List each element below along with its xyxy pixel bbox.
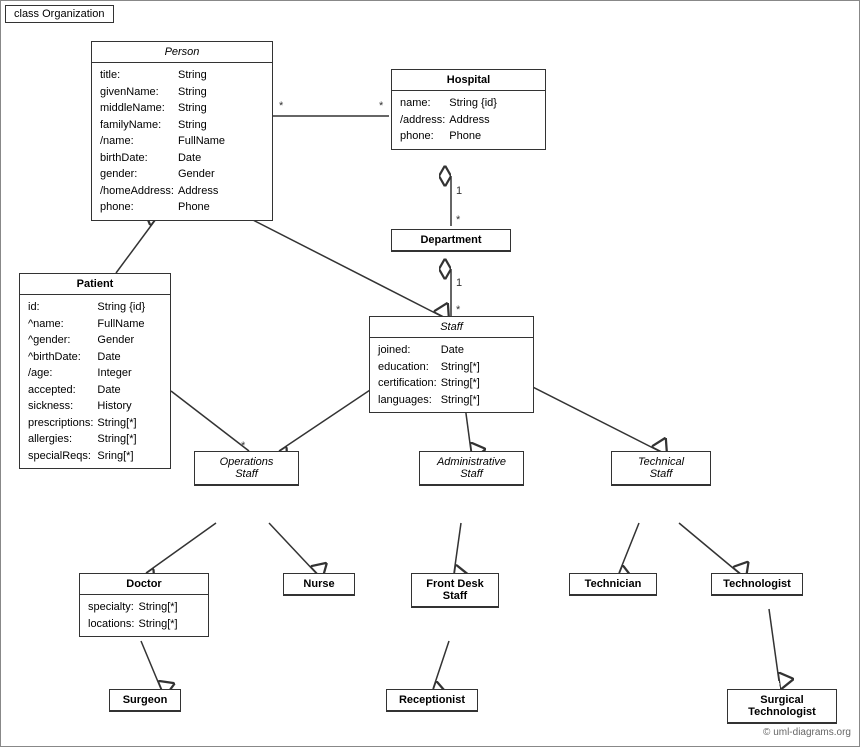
department-title: Department	[420, 234, 481, 246]
technologist-header: Technologist	[712, 574, 802, 595]
admin-staff-box: AdministrativeStaff	[419, 451, 524, 486]
patient-box: Patient id:String {id} ^name:FullName ^g…	[19, 273, 171, 469]
patient-body: id:String {id} ^name:FullName ^gender:Ge…	[20, 295, 170, 468]
svg-text:1: 1	[456, 185, 462, 197]
operations-staff-title: OperationsStaff	[220, 456, 274, 480]
surgical-technologist-box: SurgicalTechnologist	[727, 689, 837, 724]
svg-text:*: *	[379, 100, 384, 112]
technologist-title: Technologist	[723, 578, 791, 590]
nurse-title: Nurse	[303, 578, 334, 590]
svg-text:*: *	[456, 304, 461, 316]
technician-header: Technician	[570, 574, 656, 595]
technician-title: Technician	[585, 578, 642, 590]
staff-title: Staff	[440, 321, 463, 333]
doctor-box: Doctor specialty:String[*] locations:Str…	[79, 573, 209, 637]
doctor-body: specialty:String[*] locations:String[*]	[80, 595, 208, 636]
svg-text:1: 1	[456, 277, 462, 289]
person-body: title:String givenName:String middleName…	[92, 63, 272, 220]
receptionist-header: Receptionist	[387, 690, 477, 711]
doctor-title: Doctor	[126, 578, 161, 590]
watermark-text: © uml-diagrams.org	[763, 727, 851, 738]
surgical-technologist-header: SurgicalTechnologist	[728, 690, 836, 723]
patient-header: Patient	[20, 274, 170, 295]
front-desk-staff-box: Front DeskStaff	[411, 573, 499, 608]
surgeon-header: Surgeon	[110, 690, 180, 711]
staff-header: Staff	[370, 317, 533, 338]
technical-staff-title: TechnicalStaff	[638, 456, 684, 480]
diagram-title: class Organization	[5, 5, 114, 23]
admin-staff-title: AdministrativeStaff	[437, 456, 506, 480]
surgical-technologist-title: SurgicalTechnologist	[748, 694, 816, 718]
technical-staff-header: TechnicalStaff	[612, 452, 710, 485]
hospital-title: Hospital	[447, 74, 490, 86]
technician-box: Technician	[569, 573, 657, 596]
admin-staff-header: AdministrativeStaff	[420, 452, 523, 485]
nurse-box: Nurse	[283, 573, 355, 596]
hospital-box: Hospital name:String {id} /address:Addre…	[391, 69, 546, 150]
patient-title: Patient	[77, 278, 114, 290]
hospital-header: Hospital	[392, 70, 545, 91]
doctor-header: Doctor	[80, 574, 208, 595]
department-header: Department	[392, 230, 510, 251]
person-box: Person title:String givenName:String mid…	[91, 41, 273, 221]
operations-staff-header: OperationsStaff	[195, 452, 298, 485]
operations-staff-box: OperationsStaff	[194, 451, 299, 486]
surgeon-title: Surgeon	[123, 694, 168, 706]
svg-text:*: *	[456, 214, 461, 226]
receptionist-title: Receptionist	[399, 694, 465, 706]
staff-box: Staff joined:Date education:String[*] ce…	[369, 316, 534, 413]
receptionist-box: Receptionist	[386, 689, 478, 712]
hospital-body: name:String {id} /address:Address phone:…	[392, 91, 545, 149]
person-title: Person	[165, 46, 200, 58]
front-desk-staff-header: Front DeskStaff	[412, 574, 498, 607]
department-box: Department	[391, 229, 511, 252]
watermark: © uml-diagrams.org	[763, 727, 851, 738]
nurse-header: Nurse	[284, 574, 354, 595]
title-text: class Organization	[14, 8, 105, 20]
surgeon-box: Surgeon	[109, 689, 181, 712]
svg-text:*: *	[279, 100, 284, 112]
uml-diagram: * * 1 * 1 * * *	[0, 0, 860, 747]
front-desk-staff-title: Front DeskStaff	[426, 578, 483, 602]
technologist-box: Technologist	[711, 573, 803, 596]
staff-body: joined:Date education:String[*] certific…	[370, 338, 533, 412]
technical-staff-box: TechnicalStaff	[611, 451, 711, 486]
person-header: Person	[92, 42, 272, 63]
